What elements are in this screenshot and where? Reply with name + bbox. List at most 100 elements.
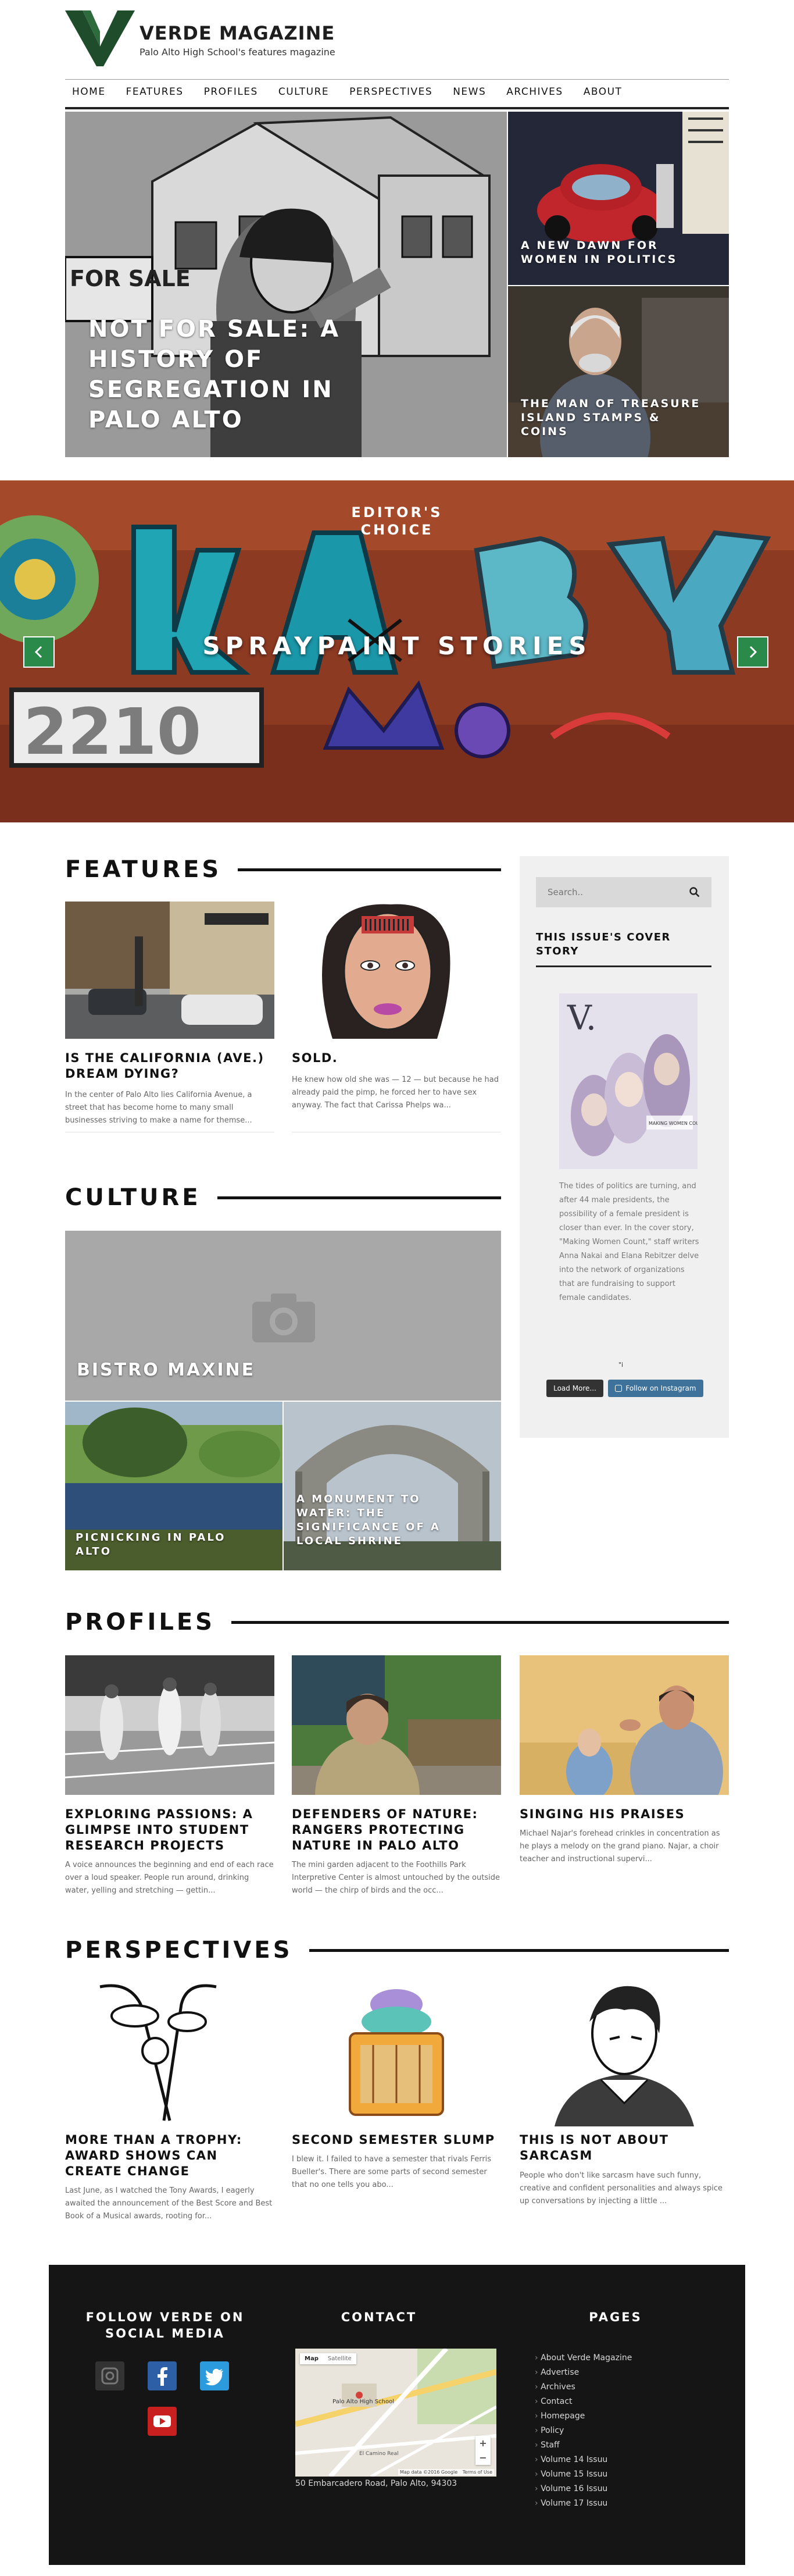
map-zoom-in-button[interactable]: + (479, 2438, 487, 2449)
culture-tile-1-title[interactable]: PICNICKING IN PALO ALTO (76, 1531, 262, 1559)
street-photo (65, 902, 274, 1039)
profiles-card-3-image[interactable] (520, 1655, 729, 1795)
nav-top-divider (65, 79, 729, 80)
slump-illustration (292, 1981, 501, 2126)
cover-image[interactable]: V. MAKING WOMEN COUNT (559, 993, 698, 1169)
hero-main-title[interactable]: NOT FOR SALE: A HISTORY OF SEGREGATION I… (88, 314, 391, 435)
map-zoom-out-button[interactable]: − (479, 2452, 487, 2463)
hero-side-bottom-title[interactable]: THE MAN OF TREASURE ISLAND STAMPS & COIN… (521, 397, 707, 439)
banner-next-button[interactable] (737, 636, 768, 668)
pages-link-volume-15[interactable]: Volume 15 Issuu (535, 2467, 703, 2482)
perspectives-heading-rule (309, 1948, 729, 1952)
perspectives-heading[interactable]: PERSPECTIVES (65, 1937, 293, 1964)
editors-choice-banner[interactable]: 2210 EDITOR'S CHOICE SPRAYPAINT STORIES (0, 480, 794, 822)
pages-heading: PAGES (589, 2310, 642, 2324)
map-terms-link[interactable]: Terms of Use (463, 2470, 492, 2475)
perspectives-card-2-title[interactable]: SECOND SEMESTER SLUMP (292, 2132, 501, 2148)
social-heading-line2: SOCIAL MEDIA (105, 2326, 225, 2340)
nav-item-home[interactable]: HOME (72, 86, 106, 98)
pages-link-staff[interactable]: Staff (535, 2438, 703, 2453)
profiles-card-1-image[interactable] (65, 1655, 274, 1795)
banner-kicker-line2: CHOICE (360, 522, 434, 538)
nav-item-profiles[interactable]: PROFILES (204, 86, 258, 98)
culture-tile-1[interactable]: PICNICKING IN PALO ALTO (65, 1402, 282, 1570)
site-title[interactable]: VERDE MAGAZINE (140, 22, 335, 44)
profiles-card-2-image[interactable] (292, 1655, 501, 1795)
culture-tile-2[interactable]: A MONUMENT TO WATER: THE SIGNIFICANCE OF… (284, 1402, 501, 1570)
nav-item-news[interactable]: NEWS (453, 86, 486, 98)
twitter-icon[interactable] (200, 2361, 229, 2390)
culture-tile-2-title[interactable]: A MONUMENT TO WATER: THE SIGNIFICANCE OF… (296, 1492, 471, 1548)
pages-link-volume-17[interactable]: Volume 17 Issuu (535, 2496, 703, 2511)
hero-side-top-title[interactable]: A NEW DAWN FOR WOMEN IN POLITICS (521, 238, 695, 266)
profiles-heading[interactable]: PROFILES (65, 1609, 215, 1636)
perspectives-card-3-image[interactable] (520, 1981, 729, 2126)
profiles-card-2-title[interactable]: DEFENDERS OF NATURE: RANGERS PROTECTING … (292, 1807, 501, 1854)
nav-item-culture[interactable]: CULTURE (278, 86, 329, 98)
pages-link-homepage[interactable]: Homepage (535, 2409, 703, 2424)
instagram-feed-mark: "i (618, 1361, 624, 1369)
youtube-icon[interactable] (148, 2407, 177, 2436)
footer: FOLLOW VERDE ON SOCIAL MEDIA CONTACT Map… (49, 2265, 745, 2565)
map-tiles (295, 2349, 496, 2477)
map-zoom-controls: + − (475, 2436, 491, 2465)
features-card-1-image[interactable] (65, 902, 274, 1039)
perspectives-card-2-image[interactable] (292, 1981, 501, 2126)
site-tagline: Palo Alto High School's features magazin… (140, 47, 335, 58)
banner-title[interactable]: SPRAYPAINT STORIES (0, 632, 794, 660)
search-box[interactable] (536, 877, 711, 907)
logo-v-icon[interactable] (65, 10, 135, 66)
follow-instagram-label: Follow on Instagram (625, 1384, 696, 1392)
pages-link-policy[interactable]: Policy (535, 2424, 703, 2438)
svg-text:2210: 2210 (23, 694, 201, 769)
cover-art: V. MAKING WOMEN COUNT (559, 993, 698, 1169)
search-icon[interactable] (689, 887, 700, 897)
search-input[interactable] (548, 887, 675, 897)
culture-heading-rule (217, 1196, 501, 1199)
main-nav: HOME FEATURES PROFILES CULTURE PERSPECTI… (72, 86, 642, 98)
camera-placeholder-icon (252, 1294, 315, 1342)
instagram-icon[interactable] (95, 2361, 124, 2390)
pages-link-about[interactable]: About Verde Magazine (535, 2351, 703, 2365)
nav-bottom-divider (65, 107, 729, 109)
profiles-card-2-excerpt: The mini garden adjacent to the Foothill… (292, 1861, 500, 1895)
hero-main-story[interactable]: FOR SALE NOT FOR SALE: A HISTORY OF SEGR… (65, 112, 507, 457)
culture-main-title[interactable]: BISTRO MAXINE (77, 1360, 425, 1380)
features-heading[interactable]: FEATURES (65, 856, 221, 883)
nav-item-features[interactable]: FEATURES (126, 86, 184, 98)
nav-item-about[interactable]: ABOUT (584, 86, 623, 98)
facebook-icon[interactable] (148, 2361, 177, 2390)
perspectives-card-3-title[interactable]: THIS IS NOT ABOUT SARCASM (520, 2132, 729, 2164)
profiles-card-1-title[interactable]: EXPLORING PASSIONS: A GLIMPSE INTO STUDE… (65, 1807, 274, 1854)
perspectives-header: PERSPECTIVES (65, 1937, 729, 1964)
map-tab-map[interactable]: Map (300, 2353, 323, 2364)
load-more-button[interactable]: Load More... (546, 1380, 603, 1397)
perspectives-card-1-title[interactable]: MORE THAN A TROPHY: AWARD SHOWS CAN CREA… (65, 2132, 274, 2179)
cover-story-rule (536, 965, 711, 967)
hero-side-story-bottom[interactable]: THE MAN OF TREASURE ISLAND STAMPS & COIN… (508, 286, 729, 457)
nav-item-archives[interactable]: ARCHIVES (506, 86, 563, 98)
features-card-1-title[interactable]: IS THE CALIFORNIA (AVE.) DREAM DYING? (65, 1050, 274, 1082)
banner-prev-button[interactable] (23, 636, 55, 668)
follow-instagram-button[interactable]: Follow on Instagram (608, 1380, 703, 1397)
features-card-1-excerpt: In the center of Palo Alto lies Californ… (65, 1091, 252, 1125)
pages-list: About Verde Magazine Advertise Archives … (535, 2351, 703, 2511)
culture-main-story[interactable]: BISTRO MAXINE (65, 1231, 501, 1401)
pages-link-archives[interactable]: Archives (535, 2380, 703, 2395)
pages-link-volume-14[interactable]: Volume 14 Issuu (535, 2453, 703, 2467)
profiles-card-3-title[interactable]: SINGING HIS PRAISES (520, 1807, 729, 1822)
cover-letter: V. (567, 998, 596, 1038)
contact-map[interactable]: Map Satellite Palo Alto High School El C… (295, 2349, 496, 2477)
features-card-2-image[interactable] (292, 902, 501, 1039)
pages-link-volume-16[interactable]: Volume 16 Issuu (535, 2482, 703, 2496)
perspectives-card-1-image[interactable] (65, 1981, 274, 2126)
map-tab-satellite[interactable]: Satellite (323, 2353, 356, 2364)
hero-side-story-top[interactable]: A NEW DAWN FOR WOMEN IN POLITICS (508, 112, 729, 285)
pages-link-advertise[interactable]: Advertise (535, 2365, 703, 2380)
culture-heading[interactable]: CULTURE (65, 1184, 201, 1211)
features-card-2-title[interactable]: SOLD. (292, 1050, 501, 1066)
pages-link-contact[interactable]: Contact (535, 2395, 703, 2409)
nav-item-perspectives[interactable]: PERSPECTIVES (349, 86, 432, 98)
ranger-photo (292, 1655, 501, 1795)
map-place-label[interactable]: Palo Alto High School (332, 2399, 394, 2405)
